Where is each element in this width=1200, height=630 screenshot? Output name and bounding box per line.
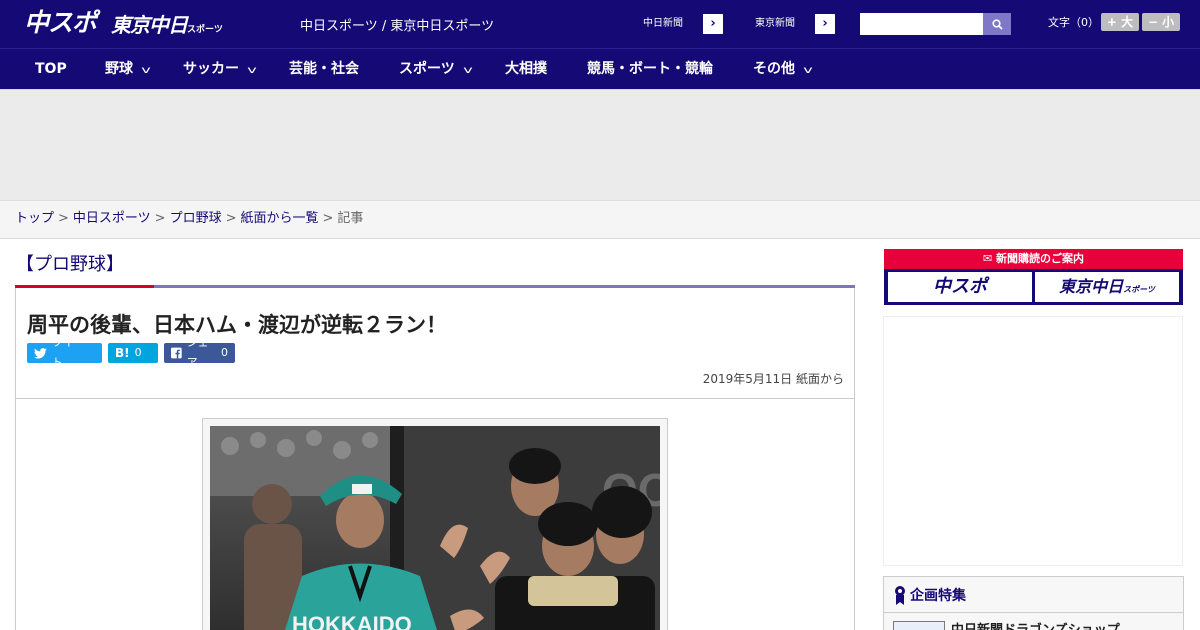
nav-label: TOP (35, 61, 67, 77)
facebook-share-count: 0 (221, 346, 228, 359)
nav-item-sumo[interactable]: 大相撲 (505, 49, 547, 90)
dragons-shop-thumbnail (893, 621, 945, 630)
tokyo-logo-suffix: スポーツ (187, 25, 223, 35)
article-category: 【プロ野球】 (16, 254, 124, 275)
search-button[interactable] (983, 13, 1011, 35)
twitter-icon (34, 347, 47, 359)
chevron-down-icon: v (462, 65, 473, 76)
main-nav: TOP 野球 v サッカー v 芸能・社会 スポーツ v 大相撲 競馬・ボート・競輪 … (0, 48, 1200, 89)
subscription-banner[interactable]: ✉ 新聞購読のご案内 中スポ 東京中日スポーツ (884, 249, 1183, 305)
site-title: 中日スポーツ / 東京中日スポーツ (300, 19, 495, 34)
nav-item-racing[interactable]: 競馬・ボート・競輪 (587, 49, 713, 90)
search-input[interactable] (860, 13, 983, 35)
special-feature-label: 中日新聞ドラゴンズショップ (951, 619, 1120, 630)
nav-label: スポーツ (399, 61, 455, 77)
breadcrumb-paper-list[interactable]: 紙面から一覧 (241, 211, 319, 226)
tweet-button[interactable]: ツイート (27, 336, 102, 369)
breadcrumb-separator: > (225, 211, 237, 226)
nav-label: 大相撲 (505, 61, 547, 77)
breadcrumb-current: 記事 (337, 211, 364, 226)
nav-label: 芸能・社会 (289, 61, 359, 77)
chevron-right-icon: › (822, 16, 828, 31)
breadcrumb: トップ > 中日スポーツ > プロ野球 > 紙面から一覧 > 記事 (0, 200, 1200, 239)
breadcrumb-separator: > (154, 211, 166, 226)
subscribe-tokyo-suffix: スポーツ (1123, 285, 1155, 294)
special-features-heading: 企画特集 (884, 577, 1183, 613)
chunichi-shimbun-link[interactable]: 中日新聞 › (622, 13, 724, 35)
special-feature-item[interactable]: 中日新聞ドラゴンズショップ (884, 613, 1183, 630)
nav-item-entertainment[interactable]: 芸能・社会 (289, 49, 359, 90)
ticket-icon: ✉ (982, 252, 993, 265)
subscribe-tokyo-label: 東京中日 (1059, 277, 1124, 296)
tokyo-chunichi-logo[interactable]: 東京中日スポーツ (111, 10, 223, 45)
facebook-share-button[interactable]: シェア 0 (164, 336, 235, 369)
jersey-text: HOKKAIDO (292, 612, 412, 630)
tokyo-logo-text: 東京中日 (111, 13, 188, 37)
special-features-title: 企画特集 (910, 588, 966, 604)
article-photo-frame: OOI (202, 418, 668, 630)
hatena-count: 0 (134, 346, 142, 359)
facebook-icon (171, 347, 182, 359)
chuspo-logo[interactable]: 中スポ (24, 8, 97, 38)
chevron-down-icon: v (141, 65, 151, 76)
breadcrumb-separator: > (322, 211, 334, 226)
subscription-heading-text: 新聞購読のご案内 (996, 252, 1085, 265)
nav-label: 競馬・ボート・競輪 (587, 61, 713, 77)
breadcrumb-separator: > (58, 211, 69, 226)
sidebar-ad-area (883, 316, 1183, 566)
baseball-photo: OOI (210, 426, 660, 630)
breadcrumb-top[interactable]: トップ (15, 211, 54, 226)
nav-item-sports[interactable]: スポーツ v (399, 49, 473, 90)
font-size-label: 文字（0） (1048, 16, 1099, 29)
chevron-right-icon: › (710, 16, 716, 31)
chunichi-shimbun-label: 中日新聞 (623, 14, 703, 34)
subscription-heading: ✉ 新聞購読のご案内 (884, 249, 1183, 269)
nav-item-soccer[interactable]: サッカー v (183, 49, 257, 90)
font-smaller-button[interactable]: − 小 (1142, 13, 1180, 31)
nav-item-other[interactable]: その他 v (753, 49, 813, 90)
hatena-bookmark-button[interactable]: B! 0 (108, 343, 158, 363)
nav-label: サッカー (183, 61, 239, 77)
subscribe-tokyo-button[interactable]: 東京中日スポーツ (1035, 272, 1179, 302)
chevron-down-icon: v (247, 65, 257, 76)
nav-item-baseball[interactable]: 野球 v (105, 49, 151, 90)
chevron-down-icon: v (803, 65, 813, 76)
breadcrumb-chunichi-sports[interactable]: 中日スポーツ (73, 211, 151, 226)
facebook-share-label: シェア (186, 336, 209, 369)
top-ad-area (0, 89, 1200, 200)
publish-date: 2019年5月11日 紙面から (702, 372, 844, 386)
nav-label: 野球 (105, 61, 133, 77)
tweet-label: ツイート (51, 336, 85, 369)
font-larger-button[interactable]: + 大 (1101, 13, 1139, 31)
hatena-icon: B! (115, 346, 130, 360)
tokyo-shimbun-link[interactable]: 東京新聞 › (734, 13, 836, 35)
article-photo[interactable]: OOI (210, 426, 660, 630)
article-divider (16, 398, 854, 399)
special-features-box: 企画特集 中日新聞ドラゴンズショップ (883, 576, 1184, 630)
search-icon (991, 18, 1003, 30)
nav-label: その他 (753, 61, 795, 77)
subscribe-chuspo-button[interactable]: 中スポ (888, 272, 1032, 302)
breadcrumb-pro-baseball[interactable]: プロ野球 (170, 211, 222, 226)
top-header: 中スポ 東京中日スポーツ 中日スポーツ / 東京中日スポーツ 中日新聞 › 東京… (0, 0, 1200, 48)
article-body: 周平の後輩、日本ハム・渡辺が逆転２ラン！ ツイート B! 0 シェア 0 201… (15, 288, 855, 630)
nav-item-top[interactable]: TOP (35, 49, 67, 90)
ribbon-icon (895, 586, 905, 605)
tokyo-shimbun-label: 東京新聞 (735, 14, 815, 34)
